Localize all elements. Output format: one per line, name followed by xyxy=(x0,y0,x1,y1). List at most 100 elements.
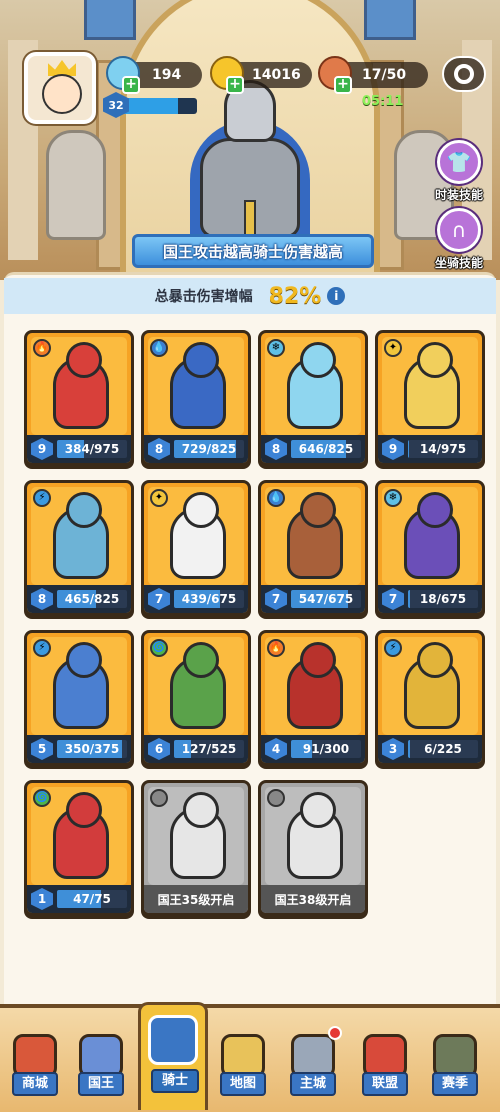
wind-element-icon: 🌀 xyxy=(33,789,51,807)
knight-portrait xyxy=(287,492,343,579)
king-knight-figure[interactable] xyxy=(190,80,310,250)
knight-level-badge: 8 xyxy=(148,438,170,460)
lightning-element-icon: ⚡ xyxy=(33,489,51,507)
shard-progress: 18/675 xyxy=(408,590,478,608)
knight-card[interactable]: ❄ 8 646/825 xyxy=(258,330,368,466)
add-gems-button[interactable]: + xyxy=(122,76,140,94)
shard-progress: 91/300 xyxy=(291,740,361,758)
shard-progress: 547/675 xyxy=(291,590,361,608)
knight-card[interactable]: 💧 8 729/825 xyxy=(141,330,251,466)
player-avatar[interactable] xyxy=(24,52,96,124)
ice-element-icon: ❄ xyxy=(267,339,285,357)
notification-dot xyxy=(328,1026,342,1040)
nav-season[interactable]: 赛季 xyxy=(424,1022,486,1112)
knight-portrait xyxy=(53,492,109,579)
crit-bonus-bar: 总暴击伤害增幅 82% i xyxy=(4,278,496,314)
shirt-icon: 👕 xyxy=(437,140,481,184)
knight-level-badge: 6 xyxy=(148,738,170,760)
knight-portrait xyxy=(404,642,460,729)
knight-card[interactable]: 🌀 6 127/525 xyxy=(141,630,251,766)
knight-portrait xyxy=(170,342,226,429)
knight-card[interactable]: 🔥 4 91/300 xyxy=(258,630,368,766)
knight-card[interactable]: ⚡ 3 6/225 xyxy=(375,630,485,766)
knight-card[interactable]: ❄ 7 18/675 xyxy=(375,480,485,616)
shard-progress: 350/375 xyxy=(57,740,127,758)
stained-window xyxy=(84,0,136,40)
ice-element-icon: ❄ xyxy=(384,489,402,507)
knight-portrait xyxy=(53,342,109,429)
knight-portrait xyxy=(170,642,226,729)
add-stamina-button[interactable]: + xyxy=(334,76,352,94)
info-icon[interactable]: i xyxy=(327,287,346,305)
unlock-requirement: 国王38级开启 xyxy=(261,885,365,913)
fire-element-icon: 🔥 xyxy=(33,339,51,357)
knight-level-badge: 1 xyxy=(31,888,53,910)
shard-progress: 6/225 xyxy=(408,740,478,758)
shard-progress: 384/975 xyxy=(57,440,127,458)
knight-level-badge: 8 xyxy=(265,438,287,460)
shard-progress: 646/825 xyxy=(291,440,361,458)
knight-portrait xyxy=(170,492,226,579)
knight-level-badge: 7 xyxy=(148,588,170,610)
lightning-element-icon: ⚡ xyxy=(384,639,402,657)
unknown-element-icon xyxy=(267,789,285,807)
knight-card[interactable]: ⚡ 8 465/825 xyxy=(24,480,134,616)
wind-element-icon: 🌀 xyxy=(150,639,168,657)
locked-knight-silhouette xyxy=(170,792,226,879)
exp-bar xyxy=(121,98,197,114)
horseshoe-icon: ∩ xyxy=(437,208,481,252)
gems-counter[interactable]: + 194 xyxy=(106,56,202,94)
helmet-icon xyxy=(148,1015,198,1065)
stamina-counter[interactable]: + 17/50 xyxy=(318,56,428,94)
locked-knight-card[interactable]: 国王35级开启 xyxy=(141,780,251,916)
knight-level-badge: 5 xyxy=(31,738,53,760)
knight-card[interactable]: ✦ 9 14/975 xyxy=(375,330,485,466)
player-level: 32 xyxy=(103,92,199,118)
water-element-icon: 💧 xyxy=(150,339,168,357)
shard-progress: 127/525 xyxy=(174,740,244,758)
mount-skill-button[interactable]: ∩ 坐骑技能 xyxy=(430,208,488,271)
knight-level-badge: 7 xyxy=(382,588,404,610)
knight-level-badge: 3 xyxy=(382,738,404,760)
knight-level-badge: 9 xyxy=(31,438,53,460)
knight-level-badge: 8 xyxy=(31,588,53,610)
bottom-nav: 商城 国王 骑士 地图 主城 联盟 赛季 xyxy=(0,1002,500,1112)
knight-portrait xyxy=(404,342,460,429)
knight-card[interactable]: ⚡ 5 350/375 xyxy=(24,630,134,766)
knight-card[interactable]: ✦ 7 439/675 xyxy=(141,480,251,616)
knight-card[interactable]: 🔥 9 384/975 xyxy=(24,330,134,466)
nav-city[interactable]: 主城 xyxy=(282,1022,344,1112)
stamina-timer: 05:11 xyxy=(362,94,404,109)
lightning-element-icon: ⚡ xyxy=(33,639,51,657)
knight-tip-banner: 国王攻击越高骑士伤害越高 xyxy=(132,234,374,268)
nav-king[interactable]: 国王 xyxy=(70,1022,132,1112)
holy-element-icon: ✦ xyxy=(150,489,168,507)
locked-knight-silhouette xyxy=(287,792,343,879)
nav-knight[interactable]: 骑士 xyxy=(138,1002,208,1110)
settings-icon xyxy=(454,64,474,84)
add-gold-button[interactable]: + xyxy=(226,76,244,94)
nav-alliance[interactable]: 联盟 xyxy=(354,1022,416,1112)
shard-progress: 439/675 xyxy=(174,590,244,608)
shard-progress: 465/825 xyxy=(57,590,127,608)
shard-progress: 14/975 xyxy=(408,440,478,458)
holy-element-icon: ✦ xyxy=(384,339,402,357)
fire-element-icon: 🔥 xyxy=(267,639,285,657)
stained-window xyxy=(364,0,416,40)
nav-shop[interactable]: 商城 xyxy=(4,1022,66,1112)
nav-map[interactable]: 地图 xyxy=(212,1022,274,1112)
settings-button[interactable] xyxy=(442,56,486,92)
costume-skill-button[interactable]: 👕 时装技能 xyxy=(430,140,488,203)
knight-portrait xyxy=(287,342,343,429)
locked-knight-card[interactable]: 国王38级开启 xyxy=(258,780,368,916)
knight-level-badge: 7 xyxy=(265,588,287,610)
shard-progress: 729/825 xyxy=(174,440,244,458)
water-element-icon: 💧 xyxy=(267,489,285,507)
knight-portrait xyxy=(404,492,460,579)
knight-card[interactable]: 💧 7 547/675 xyxy=(258,480,368,616)
knight-level-badge: 9 xyxy=(382,438,404,460)
knight-card[interactable]: 🌀 1 47/75 xyxy=(24,780,134,916)
gold-counter[interactable]: + 14016 xyxy=(210,56,312,94)
avatar-face xyxy=(42,74,82,114)
knight-portrait xyxy=(53,642,109,729)
